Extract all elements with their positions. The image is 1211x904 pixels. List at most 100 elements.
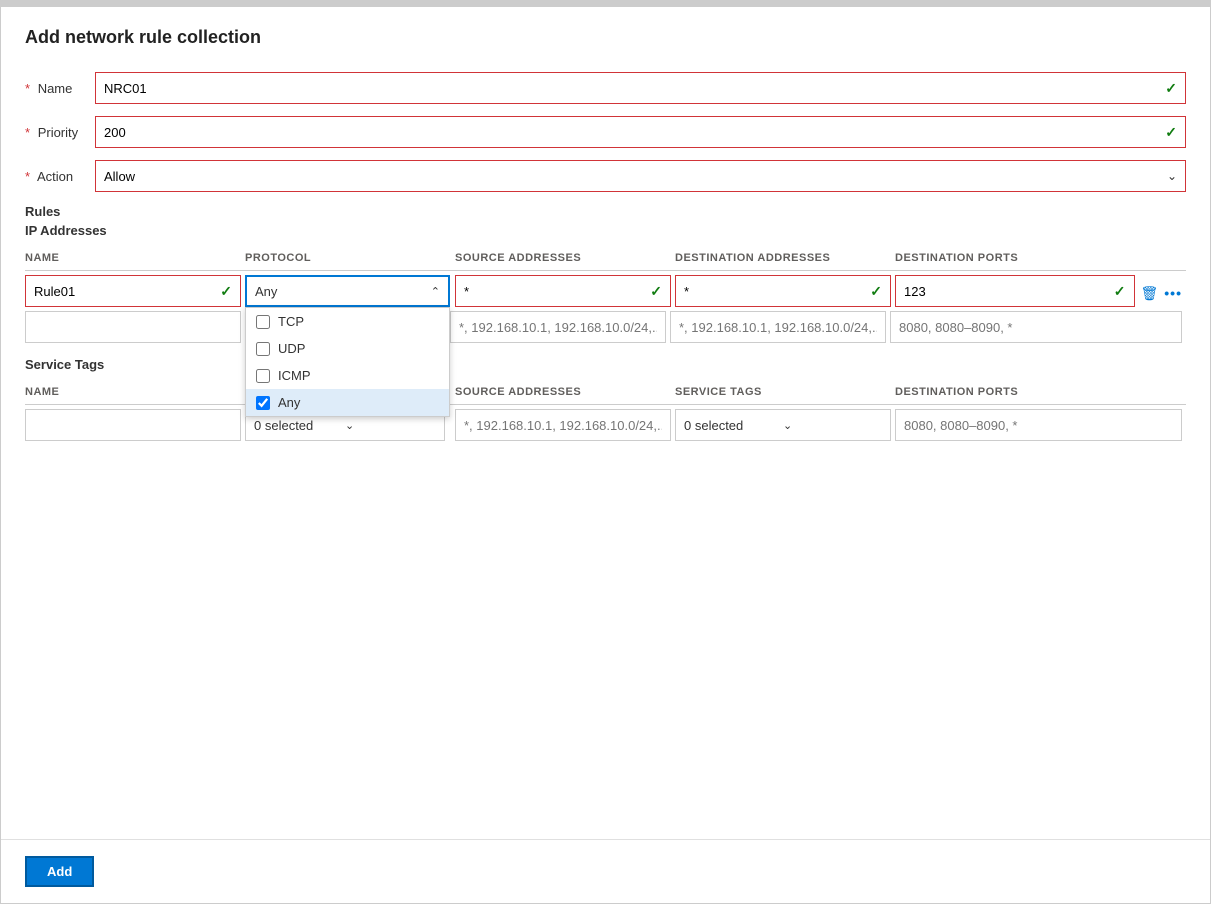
ip-row-dest-ports-cell: ✓ 🗑 ••• (895, 275, 1186, 307)
ip-empty-dest-ports-input[interactable] (899, 320, 1173, 335)
st-row-svc-tags-value: 0 selected (684, 418, 783, 433)
protocol-label-icmp: ICMP (278, 368, 311, 383)
name-input[interactable] (104, 81, 1157, 96)
ip-addresses-label: IP Addresses (25, 223, 1186, 238)
ip-empty-name-cell (25, 311, 245, 343)
col-header-dest-addr: DESTINATION ADDRESSES (675, 252, 895, 264)
protocol-item-tcp[interactable]: TCP (246, 308, 449, 335)
protocol-item-udp[interactable]: UDP (246, 335, 449, 362)
footer: Add (1, 839, 1210, 903)
priority-field-row: * Priority ✓ (25, 116, 1186, 148)
st-row-dest-ports-input[interactable] (904, 418, 1173, 433)
ip-row-source-input[interactable] (464, 284, 642, 299)
action-select-wrapper: Allow Deny ⌄ (95, 160, 1186, 192)
ip-table-row: ✓ Any ⌃ TCP (25, 275, 1186, 307)
ip-row-name-input[interactable] (34, 284, 212, 299)
ip-row-dest-ports-input[interactable] (904, 284, 1106, 299)
ip-empty-dest-ports-input-wrapper (890, 311, 1182, 343)
name-field-row: * Name ✓ (25, 72, 1186, 104)
st-col-header-name: NAME (25, 386, 245, 398)
protocol-checkbox-udp[interactable] (256, 342, 270, 356)
name-required-star: * (25, 81, 30, 96)
action-label: * Action (25, 169, 95, 184)
st-row-name-input[interactable] (34, 418, 232, 433)
ip-empty-source-cell (450, 311, 670, 343)
ip-row-dest-addr-cell: ✓ (675, 275, 895, 307)
priority-check-icon: ✓ (1165, 124, 1177, 141)
ip-row-action-icons: 🗑 ••• (1135, 281, 1183, 302)
ip-table-header: NAME PROTOCOL SOURCE ADDRESSES DESTINATI… (25, 246, 1186, 271)
ip-row-dest-ports-input-wrapper: ✓ (895, 275, 1135, 307)
ip-row-name-input-wrapper: ✓ (25, 275, 241, 307)
protocol-item-any[interactable]: Any (246, 389, 449, 416)
st-row-svc-tags-dropdown[interactable]: 0 selected ⌄ (675, 409, 891, 441)
ip-row-dest-addr-input-wrapper: ✓ (675, 275, 891, 307)
st-row-svc-tags-arrow-icon: ⌄ (783, 419, 882, 432)
ip-empty-dest-addr-cell (670, 311, 890, 343)
priority-input-wrapper: ✓ (95, 116, 1186, 148)
rules-section-label: Rules (25, 204, 1186, 219)
add-button[interactable]: Add (25, 856, 94, 887)
service-tags-section: Service Tags NAME PROTOCOL SOURCE ADDRES… (25, 357, 1186, 441)
ip-row-source-check-icon: ✓ (650, 283, 662, 300)
protocol-checkbox-any[interactable] (256, 396, 270, 410)
st-table-row: 0 selected ⌄ 0 selected ⌄ (25, 409, 1186, 441)
action-required-star: * (25, 169, 30, 184)
st-row-source-cell (455, 409, 675, 441)
st-row-dest-ports-cell (895, 409, 1186, 441)
protocol-menu: TCP UDP ICMP Any (245, 307, 450, 417)
ip-empty-source-input-wrapper (450, 311, 666, 343)
st-row-protocol-arrow-icon: ⌄ (345, 419, 436, 432)
protocol-checkbox-icmp[interactable] (256, 369, 270, 383)
name-input-wrapper: ✓ (95, 72, 1186, 104)
protocol-selected-value: Any (255, 284, 277, 299)
more-options-icon[interactable]: ••• (1164, 285, 1182, 301)
priority-label: * Priority (25, 125, 95, 140)
ip-row-protocol-cell: Any ⌃ TCP UDP (245, 275, 455, 307)
page-container: Add network rule collection * Name ✓ * P… (0, 0, 1211, 904)
ip-empty-name-input[interactable] (34, 320, 232, 335)
ip-row-source-cell: ✓ (455, 275, 675, 307)
action-field-row: * Action Allow Deny ⌄ (25, 160, 1186, 192)
ip-row-dest-addr-input[interactable] (684, 284, 862, 299)
col-header-dest-ports: DESTINATION PORTS (895, 252, 1186, 264)
ip-table-empty-row (25, 311, 1186, 343)
st-row-dest-ports-input-wrapper (895, 409, 1182, 441)
page-title: Add network rule collection (25, 27, 1186, 48)
col-header-name: NAME (25, 252, 245, 264)
ip-row-dest-ports-check-icon: ✓ (1114, 283, 1126, 300)
st-row-svc-tags-cell: 0 selected ⌄ (675, 409, 895, 441)
priority-required-star: * (25, 125, 30, 140)
st-table-header: NAME PROTOCOL SOURCE ADDRESSES SERVICE T… (25, 380, 1186, 405)
col-header-protocol: PROTOCOL (245, 252, 455, 264)
ip-empty-name-input-wrapper (25, 311, 241, 343)
st-row-name-cell (25, 409, 245, 441)
protocol-trigger[interactable]: Any ⌃ (245, 275, 450, 307)
st-row-source-input[interactable] (464, 418, 662, 433)
protocol-arrow-icon: ⌃ (431, 285, 440, 298)
ip-empty-dest-addr-input-wrapper (670, 311, 886, 343)
protocol-label-udp: UDP (278, 341, 305, 356)
name-check-icon: ✓ (1165, 80, 1177, 97)
protocol-checkbox-tcp[interactable] (256, 315, 270, 329)
protocol-label-any: Any (278, 395, 300, 410)
content-area: Add network rule collection * Name ✓ * P… (1, 7, 1210, 839)
protocol-label-tcp: TCP (278, 314, 304, 329)
ip-row-name-cell: ✓ (25, 275, 245, 307)
protocol-dropdown-container: Any ⌃ TCP UDP (245, 275, 450, 307)
ip-row-source-input-wrapper: ✓ (455, 275, 671, 307)
st-col-header-source: SOURCE ADDRESSES (455, 386, 675, 398)
protocol-item-icmp[interactable]: ICMP (246, 362, 449, 389)
ip-row-name-check-icon: ✓ (220, 283, 232, 300)
ip-empty-source-input[interactable] (459, 320, 657, 335)
action-select[interactable]: Allow Deny (104, 169, 1177, 184)
ip-empty-dest-ports-cell (890, 311, 1186, 343)
name-label: * Name (25, 81, 95, 96)
st-col-header-svc-tags: SERVICE TAGS (675, 386, 895, 398)
priority-input[interactable] (104, 125, 1157, 140)
delete-row-icon[interactable]: 🗑 (1141, 285, 1159, 302)
st-row-name-input-wrapper (25, 409, 241, 441)
ip-empty-dest-addr-input[interactable] (679, 320, 877, 335)
st-col-header-dest-ports: DESTINATION PORTS (895, 386, 1186, 398)
st-row-source-input-wrapper (455, 409, 671, 441)
